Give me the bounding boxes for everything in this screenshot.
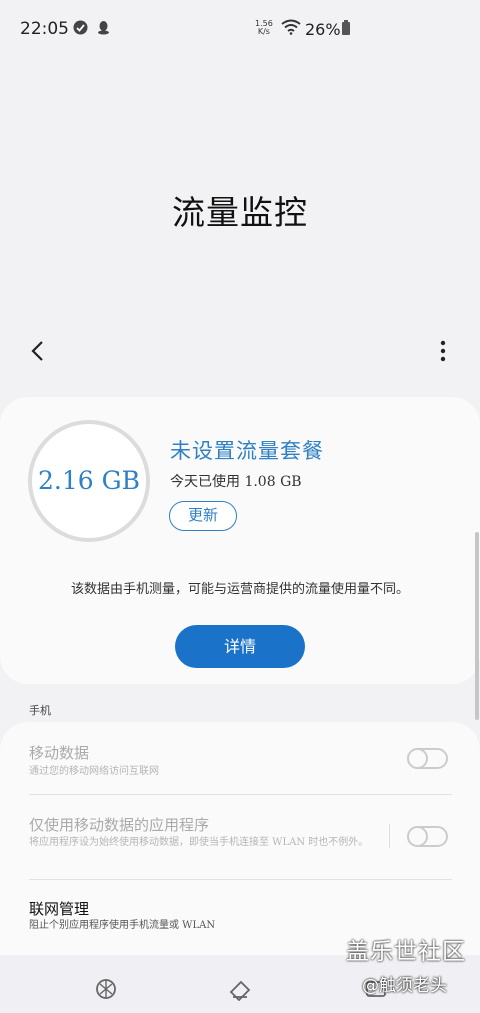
scrollbar[interactable] <box>475 532 479 720</box>
back-arrow-icon <box>31 341 43 361</box>
more-vertical-icon <box>440 340 446 362</box>
row-title: 仅使用移动数据的应用程序 <box>29 816 210 834</box>
home-icon[interactable] <box>228 977 252 1002</box>
row-subtitle: 将应用程序设为始终使用移动数据，即使当手机连接至 WLAN 时也不例外。 <box>29 837 369 848</box>
mobile-data-only-toggle[interactable] <box>407 826 448 847</box>
row-subtitle: 阻止个别应用程序使用手机流量或 WLAN <box>29 920 216 931</box>
wifi-icon <box>281 19 301 39</box>
data-usage-card: 2.16 GB 未设置流量套餐 今天已使用 1.08 GB 更新 该数据由手机测… <box>0 397 480 684</box>
row-subtitle: 通过您的移动网络访问互联网 <box>29 766 159 777</box>
total-usage-value: 2.16 GB <box>38 466 140 495</box>
watermark-user: @触须老头 <box>362 976 447 996</box>
battery-icon <box>342 20 350 35</box>
recent-apps-icon[interactable] <box>94 977 118 1001</box>
row-title: 移动数据 <box>29 744 90 762</box>
usage-ring[interactable]: 2.16 GB <box>28 420 150 542</box>
settings-list: 移动数据 通过您的移动网络访问互联网 仅使用移动数据的应用程序 将应用程序设为始… <box>0 722 480 955</box>
more-options-button[interactable] <box>434 338 452 364</box>
watermark-brand: 盖乐世社区 <box>346 939 466 965</box>
toggle-divider <box>389 824 390 848</box>
back-button[interactable] <box>26 338 52 364</box>
measurement-notice: 该数据由手机测量，可能与运营商提供的流量使用量不同。 <box>70 582 409 597</box>
status-bar: 22:05 1.56 K/s 26% <box>0 0 480 60</box>
details-button[interactable]: 详情 <box>175 625 305 668</box>
divider <box>29 794 452 795</box>
mobile-data-only-apps-row[interactable]: 仅使用移动数据的应用程序 将应用程序设为始终使用移动数据，即使当手机连接至 WL… <box>0 814 480 874</box>
divider <box>29 879 452 880</box>
network-speed: 1.56 K/s <box>255 19 273 36</box>
section-label-phone: 手机 <box>29 704 51 717</box>
battery-percent: 26% <box>305 20 341 39</box>
row-title: 联网管理 <box>29 900 90 918</box>
page-title: 流量监控 <box>172 193 308 232</box>
app-notification-icon <box>73 20 88 35</box>
used-today: 今天已使用 1.08 GB <box>170 474 302 490</box>
status-time: 22:05 <box>20 19 69 39</box>
mobile-data-row[interactable]: 移动数据 通过您的移动网络访问互联网 <box>0 742 480 796</box>
update-button[interactable]: 更新 <box>169 501 237 531</box>
mobile-data-toggle[interactable] <box>407 748 448 769</box>
qq-notification-icon <box>96 20 111 35</box>
plan-title[interactable]: 未设置流量套餐 <box>170 435 324 465</box>
